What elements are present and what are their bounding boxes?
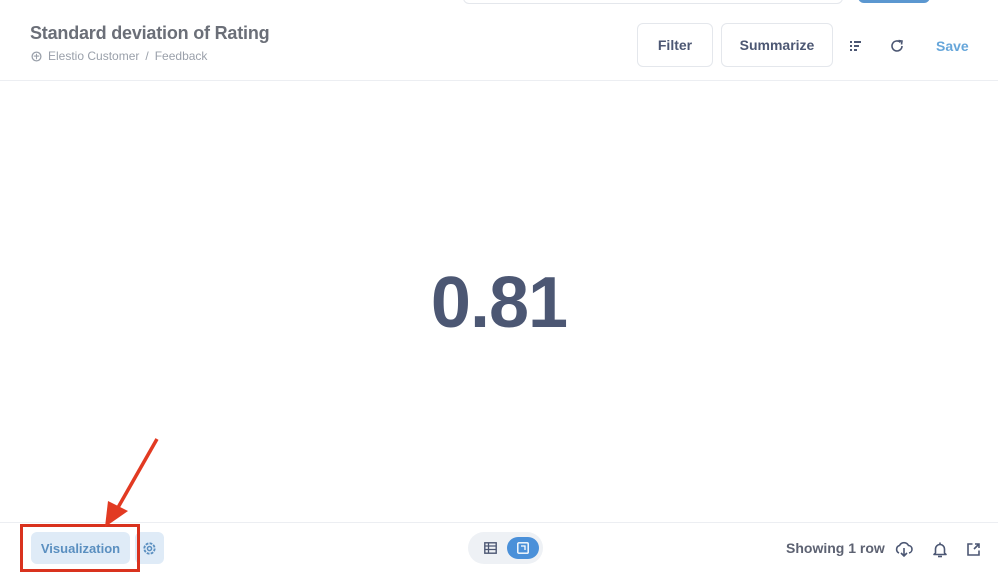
visualization-view-toggle[interactable] [507,537,539,559]
list-icon [850,41,861,51]
external-link-icon [966,542,980,556]
row-count: Showing 1 row [786,540,885,556]
breadcrumb-table[interactable]: Feedback [155,49,208,63]
page-title: Standard deviation of Rating [30,23,270,43]
alert-button[interactable] [929,538,951,560]
table-icon [483,542,497,554]
summarize-button[interactable]: Summarize [721,23,833,67]
gear-icon [143,541,156,555]
annotation-arrow-icon [105,438,159,527]
database-icon [31,50,42,62]
download-button[interactable] [893,538,915,560]
breadcrumb-separator: / [145,49,149,63]
question-header: Standard deviation of Rating Elestio Cus… [0,0,998,81]
share-button[interactable] [962,538,984,560]
breadcrumb: Elestio Customer / Feedback [31,49,207,63]
refresh-icon [891,39,903,52]
scalar-icon [517,542,529,554]
annotation-highlight-box [20,524,140,572]
scalar-value: 0.81 [430,263,568,343]
cloud-download-icon [895,541,913,557]
breadcrumb-database[interactable]: Elestio Customer [48,49,139,63]
notebook-button[interactable] [846,36,866,56]
bell-icon [933,542,947,557]
filter-button[interactable]: Filter [637,23,713,67]
save-button[interactable]: Save [936,38,969,54]
refresh-button[interactable] [887,36,907,56]
table-view-toggle[interactable] [478,537,502,559]
